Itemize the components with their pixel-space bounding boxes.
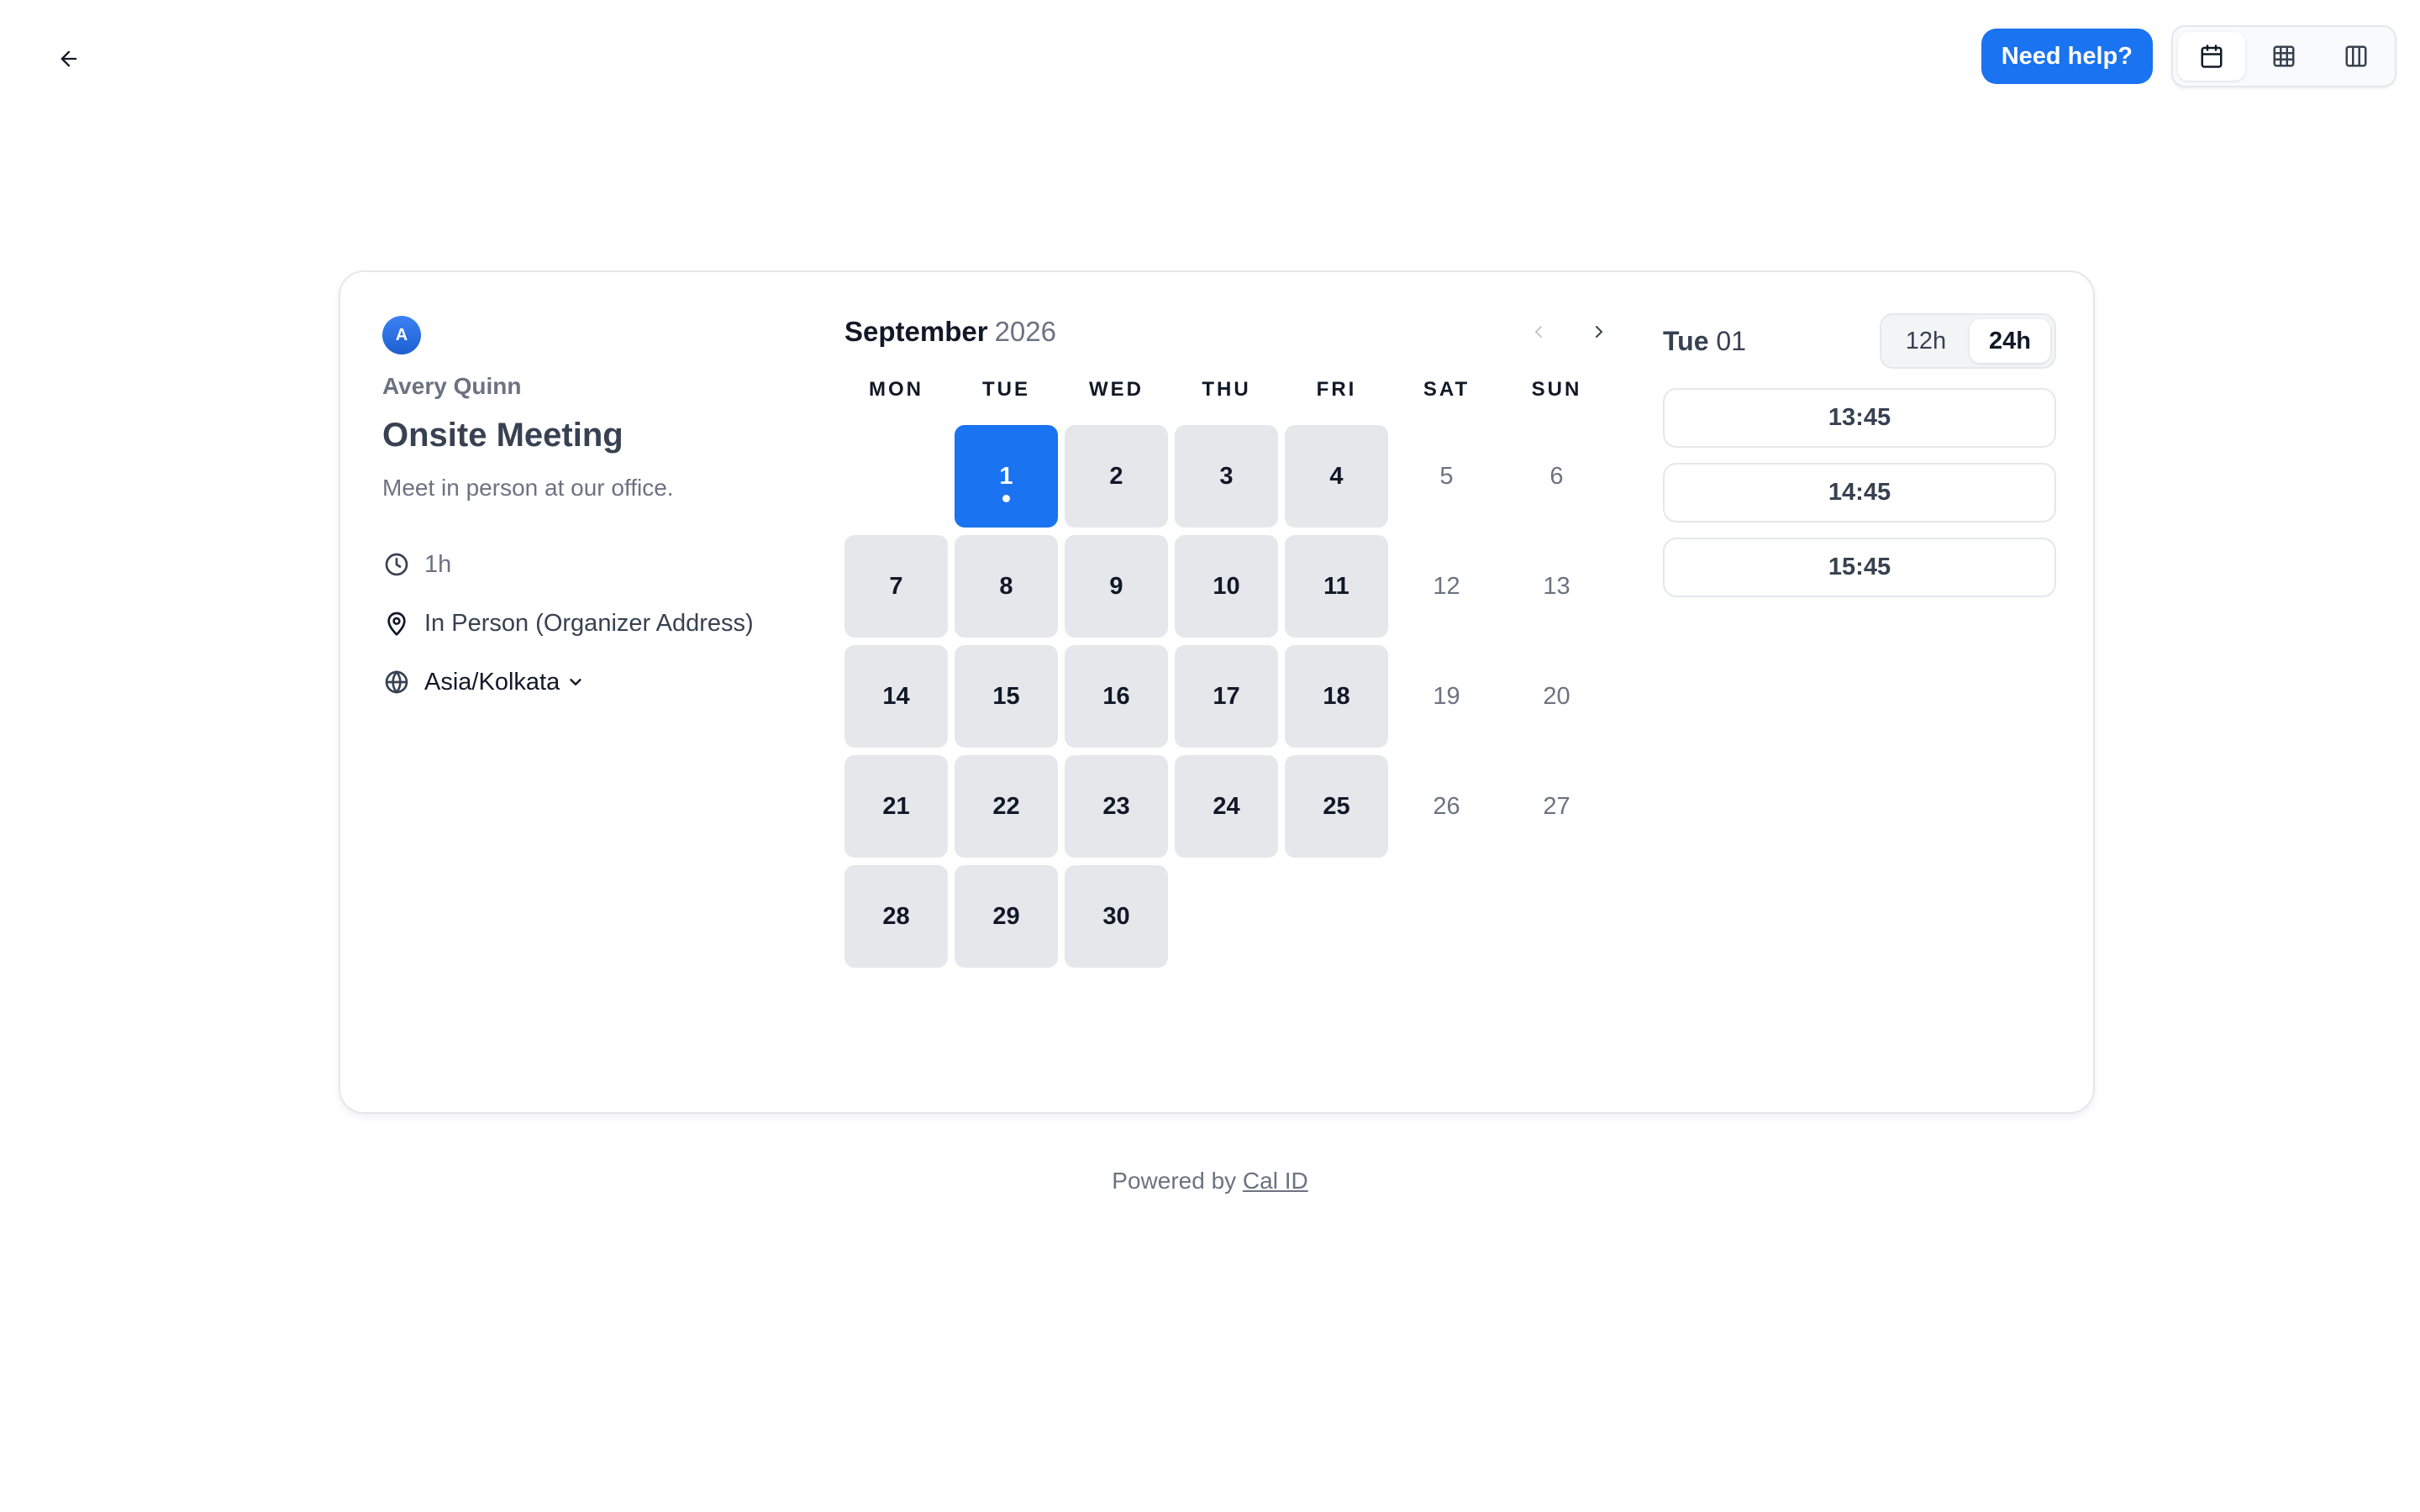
top-bar-actions: Need help? [1981,25,2396,87]
day-cell: 13 [1543,572,1570,600]
day-cell[interactable]: 2 [1065,425,1168,528]
year-label: 2026 [994,316,1056,347]
day-cell[interactable]: 29 [955,865,1058,968]
day-cell[interactable]: 4 [1285,425,1388,528]
event-title: Onsite Meeting [382,417,623,454]
time-slots-panel: Tue 01 12h 24h 13:45 14:45 15:45 [1663,312,2056,597]
event-info-panel: A Avery Quinn Onsite Meeting Meet in per… [382,316,819,696]
format-24h-button[interactable]: 24h [1970,319,2050,363]
map-pin-icon [382,609,411,638]
booking-card: A Avery Quinn Onsite Meeting Meet in per… [339,270,2095,1114]
host-name: Avery Quinn [382,373,522,399]
selected-date: Tue 01 [1663,326,1746,357]
day-cell: 27 [1543,792,1570,820]
chevron-down-icon [570,679,581,685]
duration-label: 1h [424,550,452,578]
weekday-label: WED [1089,378,1144,401]
weekday-label: FRI [1316,378,1357,401]
month-year: September 2026 [844,316,1056,348]
location-label: In Person (Organizer Address) [424,609,754,637]
day-cell[interactable]: 21 [844,755,948,858]
chevron-right-icon [1596,326,1602,338]
day-cell[interactable]: 23 [1065,755,1168,858]
selected-day-label: Tue [1663,325,1709,356]
calendar-header: September 2026 [844,307,1618,356]
day-cell: 26 [1433,792,1460,820]
day-cell[interactable]: 18 [1285,645,1388,748]
month-view-button[interactable] [2178,32,2245,81]
week-view-button[interactable] [2250,32,2317,81]
calendar: September 2026 MON TUE WED THU FRI SAT SUN 1234… [844,307,1618,968]
day-cell[interactable]: 10 [1175,535,1278,638]
format-12h-button[interactable]: 12h [1886,319,1966,363]
day-cell[interactable]: 3 [1175,425,1278,528]
duration-row: 1h [382,550,819,579]
cal-id-link[interactable]: Cal ID [1243,1168,1308,1194]
day-cell[interactable]: 24 [1175,755,1278,858]
day-cell: 5 [1439,462,1454,490]
day-cell[interactable]: 28 [844,865,948,968]
column-view-button[interactable] [2323,32,2390,81]
day-cell[interactable]: 9 [1065,535,1168,638]
clock-icon [382,550,411,579]
day-cell[interactable]: 25 [1285,755,1388,858]
event-meta: 1h In Person (Organizer Address) Asia/Ko… [382,550,819,696]
weekday-label: TUE [982,378,1030,401]
day-cell: 19 [1433,682,1460,710]
time-slot-button[interactable]: 15:45 [1663,538,2056,597]
selected-day-number: 01 [1716,325,1746,356]
day-cell[interactable]: 7 [844,535,948,638]
day-cell[interactable]: 14 [844,645,948,748]
day-cell[interactable]: 8 [955,535,1058,638]
time-slot-button[interactable]: 13:45 [1663,388,2056,448]
day-cell-selected[interactable]: 1 [955,425,1058,528]
view-toggle [2171,25,2396,87]
columns-icon [2345,45,2367,67]
day-cell[interactable]: 11 [1285,535,1388,638]
day-cell: 20 [1543,682,1570,710]
weekday-label: MON [869,378,923,401]
slot-list: 13:45 14:45 15:45 [1663,388,2056,597]
day-cell[interactable]: 22 [955,755,1058,858]
timezone-select[interactable]: Asia/Kolkata [424,669,585,696]
day-cell[interactable]: 15 [955,645,1058,748]
timezone-value: Asia/Kolkata [424,668,560,696]
time-slot-button[interactable]: 14:45 [1663,463,2056,522]
timezone-row: Asia/Kolkata [382,668,819,696]
powered-by-text: Powered by [1112,1168,1243,1194]
day-cell[interactable]: 17 [1175,645,1278,748]
avatar: A [382,316,421,354]
weekday-label: THU [1202,378,1251,401]
arrow-left-icon [60,50,77,67]
need-help-button[interactable]: Need help? [1981,29,2153,84]
weekday-label: SAT [1423,378,1470,401]
days-grid: 1 2 3 4 5 6 7 8 9 10 11 12 13 14 15 16 17 18 19 20 21 22 23 24 2… [844,425,1618,968]
empty-cell [844,425,948,528]
chevron-left-icon [1535,326,1542,338]
month-nav [1520,313,1618,350]
calendar-icon [2201,45,2223,68]
location-row: In Person (Organizer Address) [382,609,819,638]
weekday-header: MON TUE WED THU FRI SAT SUN [844,378,1618,402]
grid-icon [2273,45,2295,67]
slots-header: Tue 01 12h 24h [1663,312,2056,370]
time-format-toggle: 12h 24h [1880,313,2056,369]
globe-icon [382,668,411,696]
day-cell[interactable]: 16 [1065,645,1168,748]
back-button[interactable] [50,40,87,77]
day-cell: 12 [1433,572,1460,600]
month-label: September [844,316,988,347]
prev-month-button[interactable] [1520,313,1557,350]
next-month-button[interactable] [1581,313,1618,350]
footer: Powered by Cal ID [0,1168,2420,1194]
day-cell: 6 [1549,462,1564,490]
event-description: Meet in person at our office. [382,475,674,501]
day-cell[interactable]: 30 [1065,865,1168,968]
weekday-label: SUN [1531,378,1582,401]
